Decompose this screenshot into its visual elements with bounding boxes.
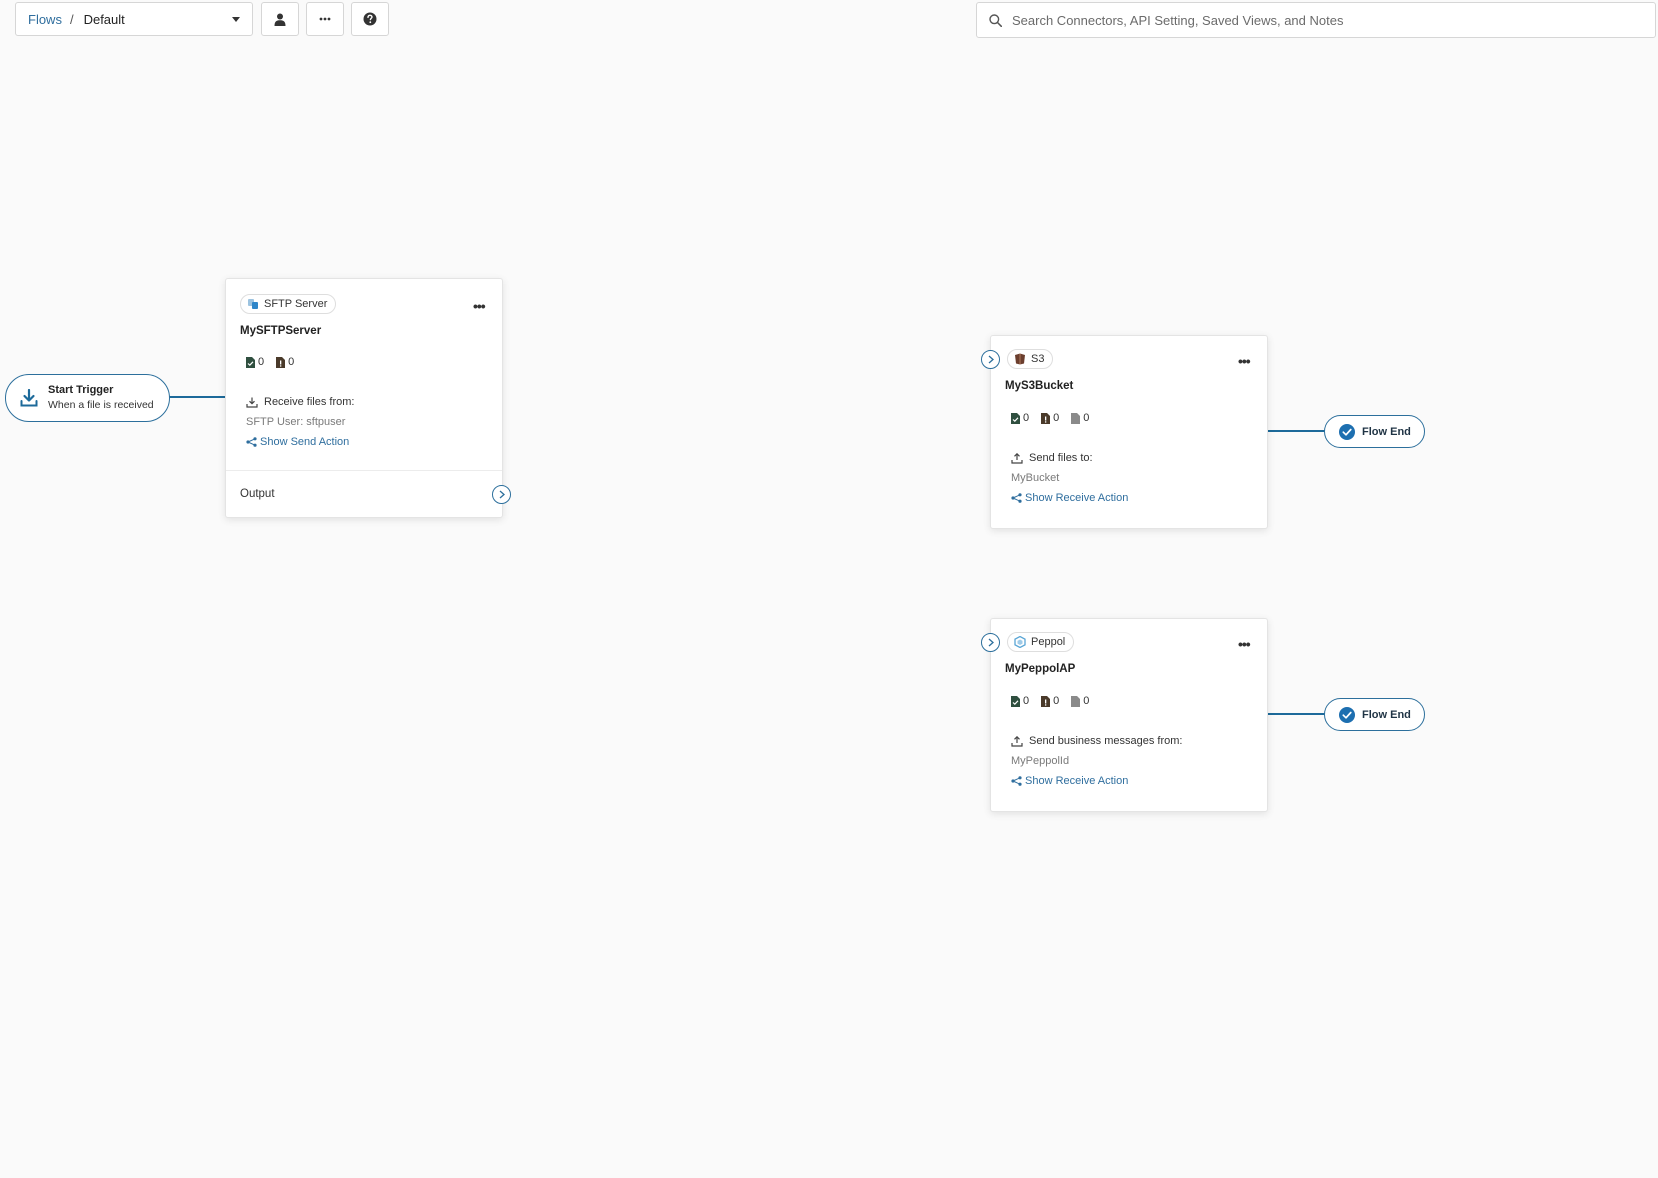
input-port[interactable] [981,633,1000,652]
action-value: MyPeppolId [1011,755,1070,767]
share-icon [1011,493,1022,503]
file-alert-icon [1041,695,1051,707]
card-menu-button[interactable]: ••• [473,299,486,313]
stat-processed: 0 [1011,695,1029,707]
stat-processed: 0 [1011,412,1029,424]
chevron-right-icon [988,638,994,647]
show-receive-action-link[interactable]: Show Receive Action [1011,775,1128,787]
search-box[interactable] [976,2,1656,38]
sftp-server-card[interactable]: SFTP Server ••• MySFTPServer 0 0 Receive… [225,278,503,518]
stat-errors: 0 [1041,412,1059,424]
file-alert-icon [276,356,286,368]
action-value: SFTP User: sftpuser [246,416,346,428]
share-icon [1011,776,1022,786]
action-value: MyBucket [1011,472,1060,484]
flow-end-node[interactable]: Flow End [1324,415,1425,448]
search-icon [989,13,1002,27]
show-receive-action-link[interactable]: Show Receive Action [1011,492,1128,504]
file-check-icon [246,356,255,368]
chevron-right-icon [499,490,505,499]
send-icon [1011,452,1023,464]
connector-line [1268,713,1326,715]
file-check-icon [1011,412,1020,424]
file-icon [1071,695,1081,707]
card-menu-button[interactable]: ••• [1238,354,1251,368]
connector-type-label: SFTP Server [264,298,328,310]
user-button[interactable] [261,2,299,36]
action-heading: Send business messages from: [1011,735,1182,747]
show-send-action-link[interactable]: Show Send Action [246,436,349,448]
input-port[interactable] [981,350,1000,369]
breadcrumb[interactable]: Flows / Default [15,2,253,36]
output-port[interactable] [492,485,511,504]
breadcrumb-flows-link[interactable]: Flows [28,12,62,27]
receive-icon [246,397,258,408]
card-stats: 0 0 0 [1011,695,1101,707]
card-title: MyPeppolAP [1005,663,1076,675]
card-title: MySFTPServer [240,325,322,337]
file-check-icon [1011,695,1020,707]
stat-processed: 0 [246,356,264,368]
connector-type-tag: Peppol [1007,632,1075,652]
connector-line [1268,430,1326,432]
share-icon [246,437,257,447]
connector-line [169,396,226,398]
start-trigger-title: Start Trigger [48,384,114,396]
connector-type-tag: S3 [1007,349,1054,369]
search-input[interactable] [1010,11,1655,29]
stat-pending: 0 [1071,695,1089,707]
connector-type-tag: SFTP Server [240,294,337,314]
card-title: MyS3Bucket [1005,380,1074,392]
check-circle-icon [1339,423,1355,440]
file-alert-icon [1041,412,1051,424]
stat-pending: 0 [1071,412,1089,424]
ellipsis-icon [319,17,331,21]
output-row: Output [226,470,502,517]
peppol-card[interactable]: Peppol ••• MyPeppolAP 0 0 0 Send busines… [990,618,1268,812]
action-heading: Receive files from: [246,396,354,408]
s3-bucket-icon [1014,353,1026,365]
action-heading: Send files to: [1011,452,1093,464]
help-button[interactable] [351,2,389,36]
send-icon [1011,735,1023,747]
breadcrumb-current: Default [83,11,125,27]
card-menu-button[interactable]: ••• [1238,637,1251,651]
connector-type-label: Peppol [1031,636,1066,648]
stat-errors: 0 [1041,695,1059,707]
help-circle-icon [363,12,377,26]
card-stats: 0 0 0 [1011,412,1101,424]
connector-type-label: S3 [1031,353,1045,365]
chevron-down-icon[interactable] [232,16,240,22]
peppol-icon [1014,636,1026,648]
start-trigger-subtitle: When a file is received [48,399,154,411]
flow-end-label: Flow End [1362,708,1411,721]
chevron-right-icon [988,355,994,364]
s3-card[interactable]: S3 ••• MyS3Bucket 0 0 0 Send files to: M… [990,335,1268,529]
download-icon [20,389,38,407]
sftp-server-icon [247,298,259,310]
breadcrumb-separator: / [69,11,74,27]
stat-errors: 0 [276,356,294,368]
flow-end-label: Flow End [1362,425,1411,438]
output-label: Output [240,488,275,500]
flow-end-node[interactable]: Flow End [1324,698,1425,731]
start-trigger-node[interactable]: Start Trigger When a file is received [5,374,170,422]
more-options-button[interactable] [306,2,344,36]
check-circle-icon [1339,706,1355,723]
file-icon [1071,412,1081,424]
user-icon [274,13,286,26]
card-stats: 0 0 [246,356,306,368]
